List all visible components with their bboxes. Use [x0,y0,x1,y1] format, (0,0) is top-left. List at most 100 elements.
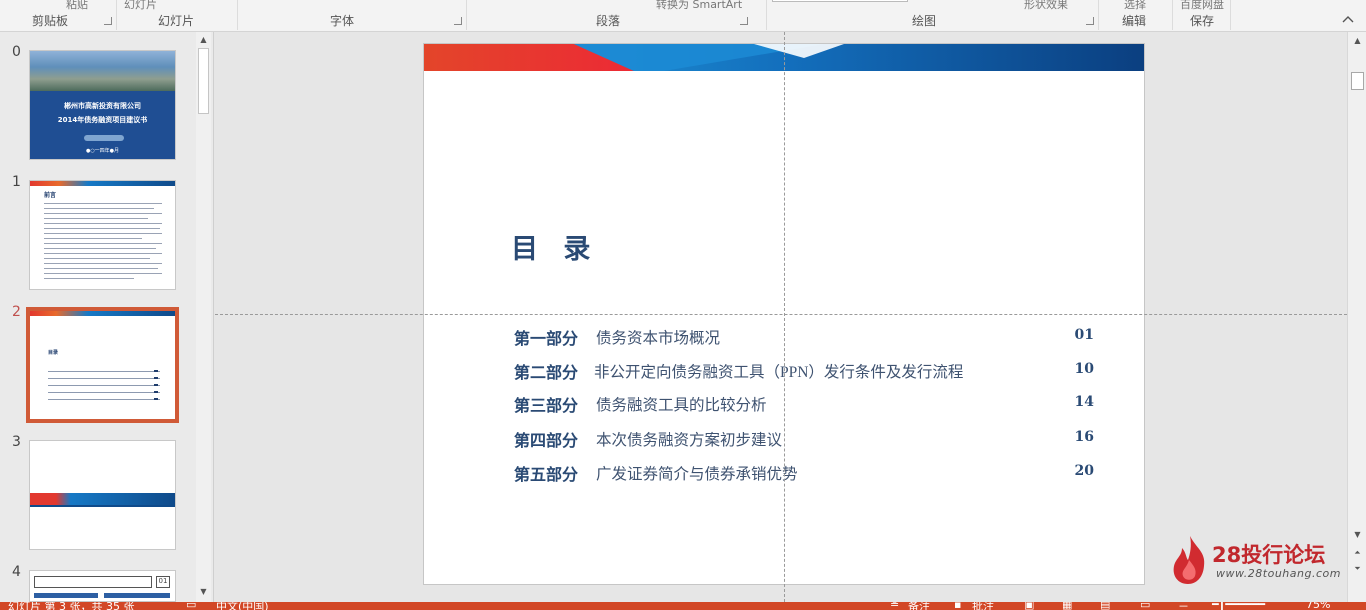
ribbon-separator [1172,0,1173,30]
slide-thumbnail-2-selected[interactable]: 目录 [26,307,179,423]
shape-effects-label[interactable]: 形状效果 [1024,0,1068,12]
header-stripe [30,181,175,186]
scroll-up-icon[interactable]: ▲ [196,32,211,48]
new-slide-button-label[interactable]: 幻灯片 [124,0,157,12]
chevron-up-icon[interactable] [1342,12,1354,26]
reading-view-icon[interactable]: ▤ [1100,602,1110,610]
thumbnail-date: ●○一四年●月 [85,148,120,154]
toc-item[interactable]: 第一部分 债务资本市场概况 01 [514,325,1094,348]
font-launcher-icon[interactable] [454,17,462,25]
text-line [44,278,134,279]
toc-item[interactable]: 第五部分 广发证券简介与债券承销优势 20 [514,461,1094,484]
status-bar: 幻灯片 第 3 张，共 35 张 ▭ 中文(中国) ≜ 备注 ▪ 批注 ▣ ▦ … [0,602,1366,610]
scroll-down-icon[interactable]: ▼ [196,584,211,600]
paragraph-launcher-icon[interactable] [740,17,748,25]
group-drawing: 绘图 [912,14,937,28]
horizontal-guide[interactable] [215,314,1347,315]
toc-line [48,399,160,400]
section-band-underline [30,505,175,507]
thumbnail-title-box [34,576,152,588]
zoom-out-icon[interactable]: － [1178,602,1189,610]
ribbon: 粘贴 幻灯片 转换为 SmartArt 形状效果 选择 百度网盘 剪贴板 幻灯片… [0,0,1366,32]
ribbon-separator [766,0,767,30]
slide-scrollbar[interactable]: ▲ ▼ ⏶ ⏷ [1347,32,1366,602]
ribbon-separator [466,0,467,30]
ribbon-separator [1230,0,1231,30]
group-paragraph: 段落 [596,14,621,28]
language-indicator-icon[interactable]: ▭ [186,602,196,610]
notes-icon[interactable]: ≜ [890,602,899,610]
ribbon-separator [1098,0,1099,30]
toc-part-label: 第三部分 [514,396,579,415]
forum-watermark: 28投行论坛 www.28touhang.com [1170,534,1346,586]
toc-page-number: 20 [1074,463,1094,479]
group-clipboard: 剪贴板 [32,14,69,28]
slide-title[interactable]: 目 录 [511,227,598,266]
comments-icon[interactable]: ▪ [954,602,961,610]
toc-item-text: 债务资本市场概况 [596,330,721,347]
slide-sorter-icon[interactable]: ▦ [1062,602,1072,610]
toc-part-label: 第五部分 [514,465,579,484]
toc-number-mark [154,398,158,400]
toc-part-label: 第二部分 [514,363,579,382]
text-line [44,253,162,254]
vertical-guide[interactable] [784,32,785,602]
toc-number-mark [154,370,158,372]
slide-thumbnail-3[interactable] [29,440,176,550]
comments-button[interactable]: 批注 [972,602,994,610]
toc-page-number: 14 [1074,394,1094,410]
paste-button-label[interactable]: 粘贴 [66,0,88,12]
previous-slide-icon[interactable]: ⏶ [1350,546,1365,560]
scroll-down-icon[interactable]: ▼ [1350,528,1365,542]
text-line [44,248,156,249]
zoom-slider[interactable]: ━┃━━━━━━ [1212,602,1265,610]
toc-item-text: 债务融资工具的比较分析 [596,397,767,414]
thumbnail-heading: 前言 [44,192,57,199]
scrollbar-thumb[interactable] [1351,72,1364,90]
thumbnail-number-box: 01 [156,576,170,588]
slide-thumbnail-0[interactable]: 郴州市高新投资有限公司 2014年债务融资项目建议书 ●○一四年●月 [29,50,176,160]
toc-item[interactable]: 第二部分 非公开定向债务融资工具（PPN）发行条件及发行流程 10 [514,359,1094,382]
watermark-brand: 28投行论坛 [1212,543,1326,567]
thumbnail-number: 1 [12,174,21,190]
slide-thumbnail-4[interactable]: 01 [29,570,176,602]
slideshow-icon[interactable]: ▭ [1140,602,1150,610]
group-font: 字体 [330,14,355,28]
text-line [44,238,142,239]
smartart-button-label[interactable]: 转换为 SmartArt [656,0,742,12]
slide-editing-area[interactable]: 目 录 第一部分 债务资本市场概况 01 第二部分 非公开定向债务融资工具（PP… [215,32,1347,602]
toc-page-number: 01 [1074,327,1094,343]
thumbnail-scrollbar[interactable]: ▲ ▼ [196,32,211,602]
select-button-label[interactable]: 选择 [1124,0,1146,12]
clipboard-launcher-icon[interactable] [104,17,112,25]
zoom-level[interactable]: 75% [1306,602,1330,610]
drawing-launcher-icon[interactable] [1086,17,1094,25]
notes-button[interactable]: 备注 [908,602,930,610]
scrollbar-thumb[interactable] [198,48,209,114]
company-logo-icon [84,135,124,141]
status-language[interactable]: 中文(中国) [216,602,269,610]
toc-page-number: 10 [1074,361,1094,377]
scroll-up-icon[interactable]: ▲ [1350,34,1365,48]
text-line [44,268,158,269]
text-line [44,213,162,214]
text-line [44,273,162,274]
text-line [44,208,154,209]
normal-view-icon[interactable]: ▣ [1024,602,1034,610]
baidu-netdisk-label[interactable]: 百度网盘 [1180,0,1224,12]
next-slide-icon[interactable]: ⏷ [1350,562,1365,576]
toc-item[interactable]: 第三部分 债务融资工具的比较分析 14 [514,392,1094,415]
toc-line [48,378,160,379]
text-line [44,223,162,224]
header-stripe [30,311,175,316]
thumbnail-number: 4 [12,564,21,580]
text-line [44,203,162,204]
ribbon-separator [116,0,117,30]
thumbnail-heading: 目录 [48,350,59,356]
slide-thumbnail-1[interactable]: 前言 [29,180,176,290]
text-line [44,258,150,259]
toc-item[interactable]: 第四部分 本次债务融资方案初步建议 16 [514,427,1094,450]
toc-line [48,392,160,393]
shape-gallery[interactable] [772,0,908,2]
section-band [30,493,175,505]
